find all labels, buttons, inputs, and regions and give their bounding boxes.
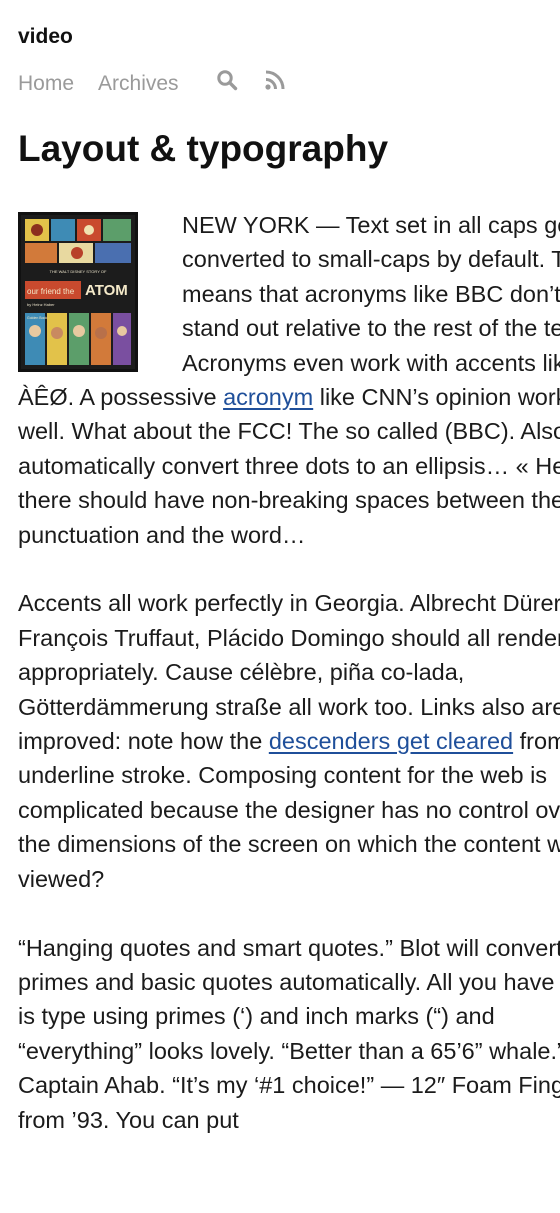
search-icon	[216, 69, 238, 99]
main-nav: Home Archives	[18, 70, 560, 98]
rss-feed-link[interactable]	[263, 70, 287, 98]
site-title[interactable]: video	[18, 0, 560, 50]
cover-subtitle: THE WALT DISNEY STORY OF	[50, 269, 108, 274]
rss-icon	[264, 69, 286, 99]
post-title: Layout & typography	[18, 128, 389, 169]
paragraph-3-text: “Hanging quotes and smart quotes.” Blot …	[18, 934, 560, 1133]
book-cover-image: THE WALT DISNEY STORY OF our friend the …	[18, 212, 138, 372]
acronym-link[interactable]: acronym	[223, 384, 313, 410]
paragraph-2: Accents all work perfectly in Georgia. A…	[18, 586, 560, 896]
cover-author: by Heinz Haber	[27, 302, 55, 307]
nav-home-link[interactable]: Home	[18, 70, 74, 98]
post-body: THE WALT DISNEY STORY OF our friend the …	[18, 208, 560, 1137]
nav-archives-link[interactable]: Archives	[98, 70, 179, 98]
paragraph-1: THE WALT DISNEY STORY OF our friend the …	[18, 208, 560, 552]
cover-title-prefix: our friend the	[27, 287, 75, 296]
paragraph-3: “Hanging quotes and smart quotes.” Blot …	[18, 931, 560, 1137]
page: video Home Archives Layout & typography	[0, 0, 560, 1213]
search-button[interactable]	[215, 70, 239, 98]
descenders-link[interactable]: descenders get cleared	[269, 728, 513, 754]
cover-publisher: Golden Book	[27, 316, 47, 320]
cover-title-atom: ATOM	[85, 282, 128, 299]
